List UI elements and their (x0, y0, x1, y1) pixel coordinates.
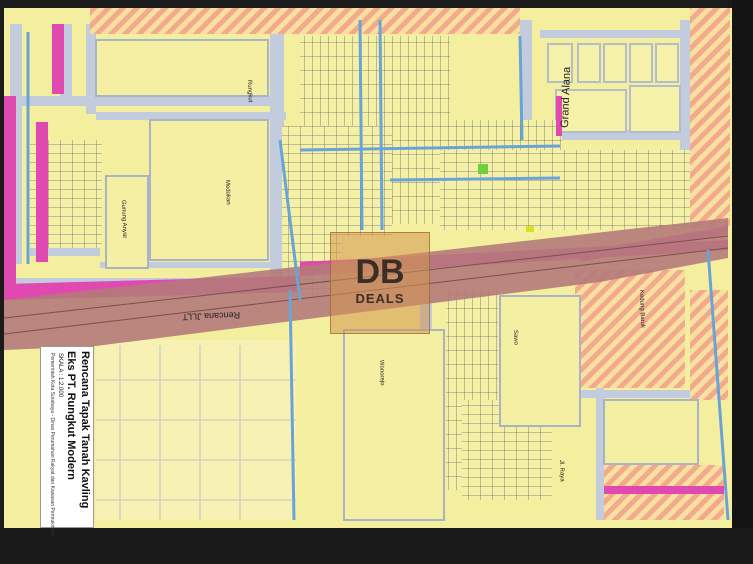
watermark-db: DB (355, 253, 405, 291)
watermark-deals: DEALS (355, 291, 405, 306)
label-a: Rungkut (246, 80, 253, 103)
frame-right-edge (732, 0, 753, 564)
label-d: Sawo (512, 330, 519, 346)
legend-notes: Pemerintah Kota Surabaya - Dinas Perumah… (49, 353, 55, 536)
watermark-logo: DB DEALS (330, 232, 430, 334)
green-marker (478, 164, 488, 174)
label-g: Wonorejo (378, 360, 385, 386)
label-f: Jl. Raya (558, 460, 565, 483)
legend-title: Rencana Tapak Tanah Kavling (79, 351, 91, 509)
label-road: Rencana JLLT (182, 310, 241, 322)
legend-box: Rencana Tapak Tanah Kavling Eks PT. Rung… (40, 346, 94, 536)
yellow-marker (526, 226, 534, 232)
legend-scale: SKALA : 1:2.000 (57, 353, 63, 398)
frame-bottom-edge (0, 528, 753, 564)
label-grand-alana: Grand Alana (559, 66, 573, 128)
label-b: Medokan (224, 180, 231, 205)
legend-subtitle: Eks PT. Rungkut Modern (65, 351, 77, 480)
area-southwest (96, 340, 296, 520)
